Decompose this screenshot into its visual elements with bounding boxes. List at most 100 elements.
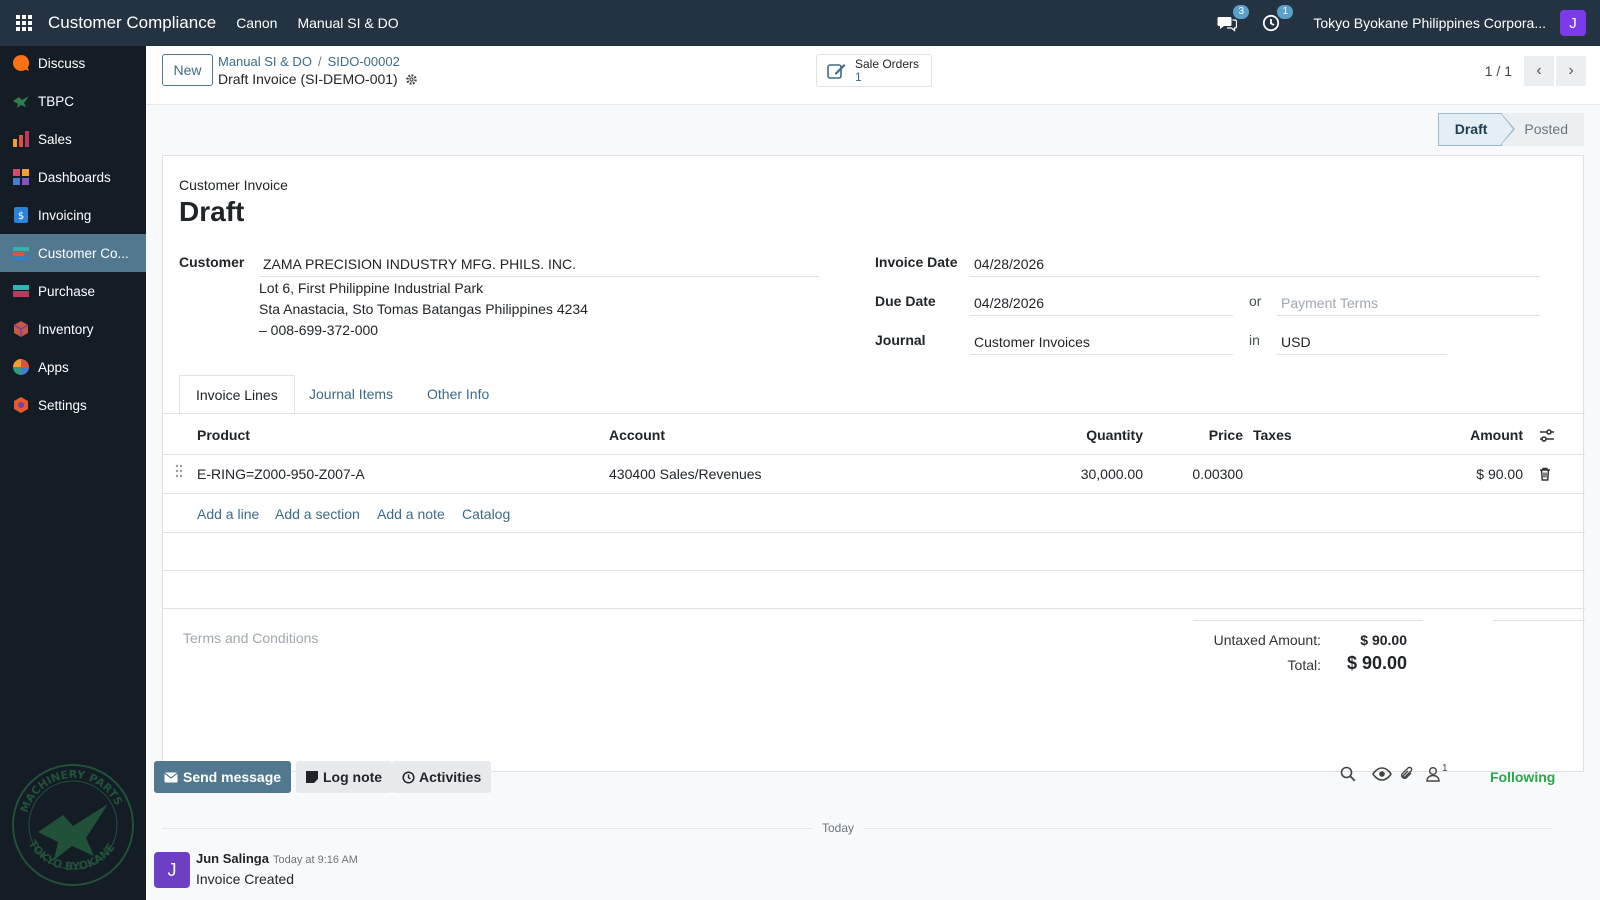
compliance-icon [13, 247, 29, 260]
following-button[interactable]: Following [1490, 769, 1555, 785]
activities-button-chatter[interactable]: Activities [392, 761, 492, 793]
customer-field[interactable]: ZAMA PRECISION INDUSTRY MFG. PHILS. INC. [259, 256, 819, 277]
tab-invoice-lines[interactable]: Invoice Lines [179, 375, 295, 414]
column-settings-icon[interactable] [1539, 428, 1555, 444]
invoice-icon: $ [14, 207, 28, 223]
sidebar-item-label: TBPC [38, 93, 75, 109]
discuss-icon [12, 54, 30, 71]
send-message-button[interactable]: Send message [154, 761, 292, 793]
top-navbar: Customer Compliance Canon Manual SI & DO… [0, 0, 1600, 46]
terms-conditions-field[interactable]: Terms and Conditions [183, 630, 318, 646]
activities-label: Activities [419, 769, 482, 785]
pager-next-button[interactable]: › [1556, 56, 1586, 86]
column-account[interactable]: Account [609, 427, 665, 443]
drag-handle-icon[interactable] [175, 464, 183, 478]
notebook-tabs: Invoice Lines Journal Items Other Info [179, 375, 1569, 414]
activities-count-badge: 1 [1277, 5, 1294, 19]
sale-orders-smart-button[interactable]: Sale Orders 1 [816, 54, 932, 87]
breadcrumb-manual-si-do[interactable]: Manual SI & DO [218, 54, 312, 69]
tab-other-info[interactable]: Other Info [411, 375, 505, 414]
status-bar: Draft Posted [1437, 113, 1584, 146]
sidebar-item-sales[interactable]: Sales [0, 120, 146, 158]
dashboard-icon [13, 169, 29, 185]
sidebar-item-settings[interactable]: Settings [0, 386, 146, 424]
journal-field[interactable]: Customer Invoices [970, 334, 1233, 355]
smart-button-count: 1 [855, 69, 862, 84]
column-price[interactable]: Price [1163, 427, 1243, 443]
search-icon[interactable] [1340, 766, 1356, 782]
breadcrumb-sido[interactable]: SIDO-00002 [328, 54, 400, 69]
message-body: Invoice Created [196, 871, 295, 887]
line-amount: $ 90.00 [1476, 466, 1523, 482]
due-date-field[interactable]: 04/28/2026 [970, 295, 1233, 316]
payment-terms-field[interactable]: Payment Terms [1277, 295, 1540, 316]
activities-button[interactable]: 1 [1259, 5, 1294, 35]
status-draft[interactable]: Draft [1437, 113, 1516, 146]
sidebar-item-invoicing[interactable]: $ Invoicing [0, 196, 146, 234]
svg-text:MACHINERY PARTS: MACHINERY PARTS [18, 768, 125, 814]
messages-button[interactable]: 3 [1215, 5, 1250, 35]
apps-icon [13, 359, 29, 375]
form-sheet: Customer Invoice Draft Customer ZAMA PRE… [162, 155, 1585, 772]
sidebar-item-apps[interactable]: Apps [0, 348, 146, 386]
line-product[interactable]: E-RING=Z000-950-Z007-A [197, 466, 365, 482]
sidebar-item-label: Settings [38, 397, 87, 413]
gear-icon[interactable] [405, 73, 418, 86]
pager-previous-button[interactable]: ‹ [1524, 56, 1554, 86]
tab-journal-items[interactable]: Journal Items [293, 375, 409, 414]
app-sidebar: Discuss TBPC Sales Dashboards $ Invoicin… [0, 46, 146, 900]
company-switcher[interactable]: Tokyo Byokane Philippines Corpora... [1313, 15, 1546, 31]
purchase-icon [13, 285, 29, 297]
sales-chart-icon [13, 131, 29, 147]
record-title-text: Draft Invoice (SI-DEMO-001) [218, 71, 398, 87]
log-note-label: Log note [323, 769, 383, 785]
followers-icon[interactable] [1426, 766, 1440, 782]
line-price[interactable]: 0.00300 [1163, 466, 1243, 482]
message-author[interactable]: Jun Salinga [196, 851, 269, 866]
invoice-date-field[interactable]: 04/28/2026 [970, 256, 1540, 277]
sidebar-item-tbpc[interactable]: TBPC [0, 82, 146, 120]
sidebar-item-label: Sales [38, 131, 72, 147]
add-note-link[interactable]: Add a note [377, 506, 445, 522]
column-product[interactable]: Product [197, 427, 250, 443]
log-note-button[interactable]: Log note [296, 761, 393, 793]
column-taxes[interactable]: Taxes [1253, 427, 1292, 443]
menu-manual-si-do[interactable]: Manual SI & DO [297, 15, 398, 31]
date-divider-label: Today [812, 821, 865, 835]
sidebar-item-dashboards[interactable]: Dashboards [0, 158, 146, 196]
app-menu-button[interactable] [0, 0, 48, 46]
eye-icon[interactable] [1372, 767, 1392, 781]
or-label: or [1249, 293, 1262, 309]
menu-canon[interactable]: Canon [236, 15, 277, 31]
message-author-avatar[interactable]: J [154, 852, 190, 888]
svg-text:$: $ [18, 211, 24, 222]
settings-icon [14, 397, 28, 413]
message-header: Jun Salinga Today at 9:16 AM [196, 851, 358, 866]
add-line-link[interactable]: Add a line [197, 506, 259, 522]
sidebar-item-purchase[interactable]: Purchase [0, 272, 146, 310]
paperclip-icon[interactable] [1400, 766, 1414, 782]
pager-value[interactable]: 1 / 1 [1485, 63, 1512, 79]
trash-icon[interactable] [1539, 467, 1551, 481]
new-button[interactable]: New [162, 54, 213, 86]
currency-field[interactable]: USD [1277, 334, 1447, 355]
tab-divider [163, 413, 1585, 414]
catalog-link[interactable]: Catalog [462, 506, 510, 522]
add-section-link[interactable]: Add a section [275, 506, 360, 522]
column-quantity[interactable]: Quantity [1043, 427, 1143, 443]
line-quantity[interactable]: 30,000.00 [1043, 466, 1143, 482]
sidebar-item-discuss[interactable]: Discuss [0, 46, 146, 82]
total-value: $ 90.00 [1346, 653, 1407, 673]
column-amount[interactable]: Amount [1443, 427, 1523, 443]
sidebar-item-customer-compliance[interactable]: Customer Co... [0, 234, 146, 272]
line-account[interactable]: 430400 Sales/Revenues [609, 466, 762, 482]
sidebar-item-inventory[interactable]: Inventory [0, 310, 146, 348]
messages-count-badge: 3 [1233, 5, 1250, 19]
breadcrumb: Manual SI & DO / SIDO-00002 [218, 54, 400, 69]
in-label: in [1249, 332, 1260, 348]
app-name[interactable]: Customer Compliance [48, 13, 216, 33]
message-time: Today at 9:16 AM [272, 854, 358, 866]
user-avatar[interactable]: J [1560, 10, 1586, 36]
form-view: Draft Posted Customer Invoice Draft Cust… [146, 105, 1600, 900]
sidebar-item-label: Purchase [38, 283, 96, 299]
